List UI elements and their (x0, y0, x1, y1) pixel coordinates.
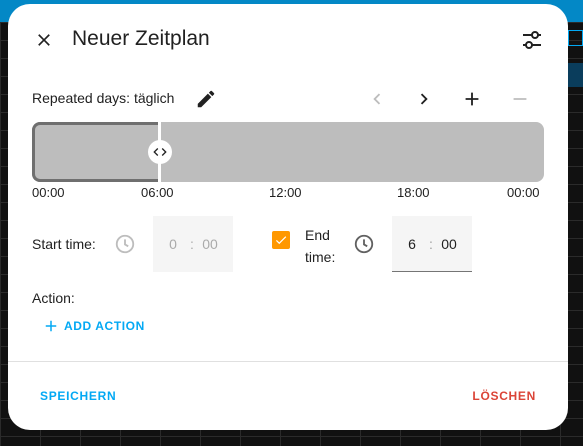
close-icon (38, 34, 50, 46)
dialog-title: Neuer Zeitplan (72, 27, 210, 50)
start-separator: : (190, 236, 194, 252)
previous-slot-button[interactable] (363, 85, 391, 113)
end-separator: : (429, 236, 433, 252)
end-minutes[interactable]: 00 (436, 236, 462, 252)
add-action-button[interactable]: ADD ACTION (42, 317, 145, 335)
repeated-days-label: Repeated days: täglich (32, 90, 175, 106)
close-button[interactable] (30, 26, 58, 54)
start-time-label: Start time: (32, 236, 96, 252)
start-time-input[interactable]: 0 : 00 (153, 216, 233, 272)
timeline-tick: 06:00 (141, 185, 174, 200)
next-slot-button[interactable] (410, 85, 438, 113)
footer-divider (8, 361, 568, 362)
check-icon (275, 236, 287, 245)
schedule-dialog: Neuer Zeitplan Repeated days: täglich 00… (8, 4, 568, 430)
resize-handle-icon (153, 148, 167, 156)
settings-button[interactable] (517, 25, 547, 55)
timeslot-selected[interactable] (32, 122, 160, 182)
minus-icon (513, 98, 527, 100)
start-minutes[interactable]: 00 (197, 236, 223, 252)
end-time-checkbox[interactable] (272, 231, 290, 249)
timeline-tick: 00:00 (32, 185, 65, 200)
end-time-label-line1: End (305, 227, 330, 243)
plus-icon (45, 320, 57, 332)
save-button[interactable]: SPEICHERN (40, 389, 116, 403)
end-hours[interactable]: 6 (400, 236, 424, 252)
clock-icon (353, 233, 375, 255)
clock-icon (114, 233, 136, 255)
delete-button[interactable]: LÖSCHEN (472, 389, 536, 403)
timeline-tick: 00:00 (507, 185, 540, 200)
chevron-right-icon (420, 93, 428, 105)
timeline-tick: 12:00 (269, 185, 302, 200)
timeslot-resize-handle[interactable] (148, 140, 172, 164)
action-label: Action: (32, 290, 75, 306)
timeline-tick: 18:00 (397, 185, 430, 200)
background-bar (568, 63, 583, 87)
add-slot-button[interactable] (458, 85, 486, 113)
pencil-icon (197, 90, 215, 108)
end-time-label: End time: (305, 224, 335, 268)
tune-icon (523, 31, 541, 49)
start-hours[interactable]: 0 (161, 236, 185, 252)
plus-icon (465, 92, 479, 106)
chevron-left-icon (373, 93, 381, 105)
remove-slot-button[interactable] (506, 85, 534, 113)
background-cell (568, 30, 583, 46)
add-action-label: ADD ACTION (64, 319, 145, 333)
end-time-label-line2: time: (305, 249, 336, 265)
edit-days-button[interactable] (192, 85, 220, 113)
timeline-bar[interactable] (32, 122, 544, 182)
end-time-input[interactable]: 6 : 00 (392, 216, 472, 272)
